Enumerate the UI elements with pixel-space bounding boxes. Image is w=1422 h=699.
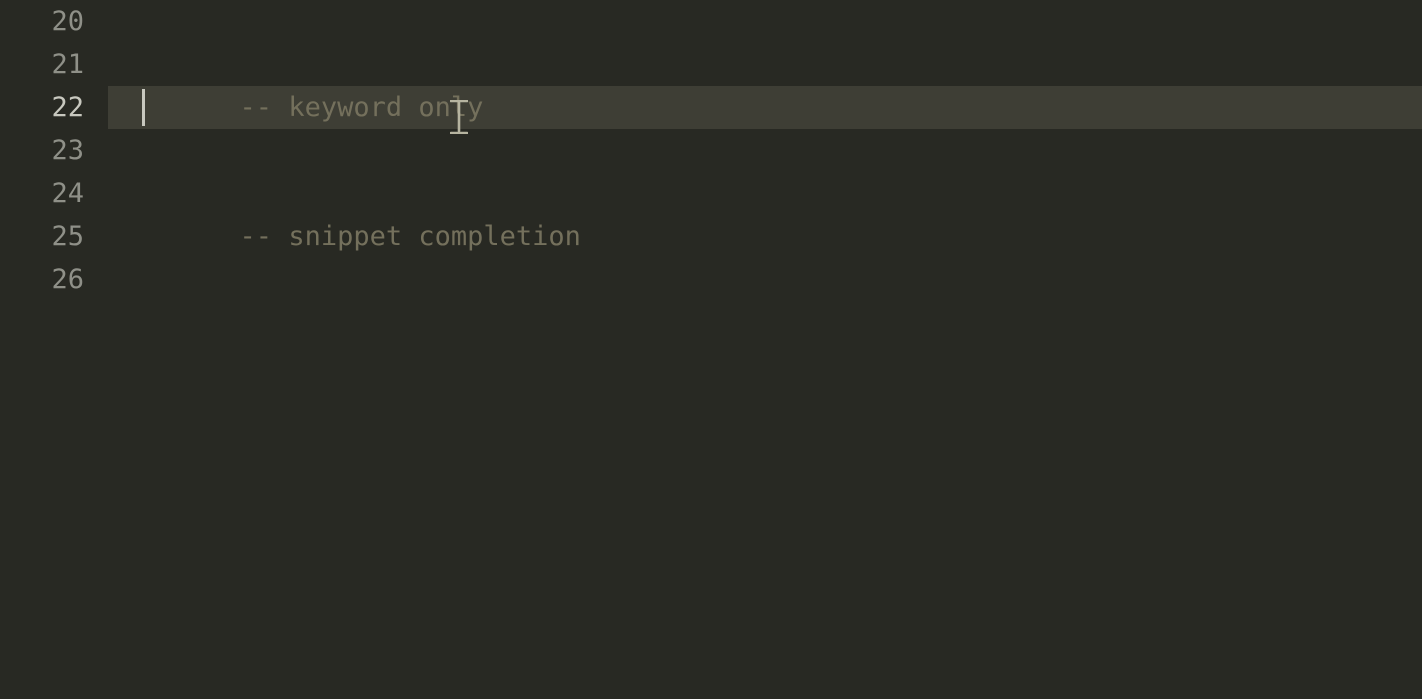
line-number: 25 [0, 215, 108, 258]
code-line[interactable] [142, 0, 1422, 43]
code-line[interactable] [142, 258, 1422, 301]
line-number: 24 [0, 172, 108, 215]
code-text: -- snippet completion [240, 221, 581, 252]
code-area[interactable]: -- keyword only -- snippet completion [108, 0, 1422, 699]
line-number-active: 22 [0, 86, 108, 129]
code-line[interactable]: -- keyword only [142, 43, 1422, 86]
line-number: 26 [0, 258, 108, 301]
code-line[interactable]: -- snippet completion [142, 172, 1422, 215]
code-line[interactable] [142, 129, 1422, 172]
code-editor[interactable]: 20 21 22 23 24 25 26 -- keyword only -- … [0, 0, 1422, 699]
text-cursor [142, 89, 145, 126]
line-number-gutter: 20 21 22 23 24 25 26 [0, 0, 108, 699]
code-text: -- keyword only [240, 92, 484, 123]
line-number: 20 [0, 0, 108, 43]
line-number: 21 [0, 43, 108, 86]
line-number: 23 [0, 129, 108, 172]
